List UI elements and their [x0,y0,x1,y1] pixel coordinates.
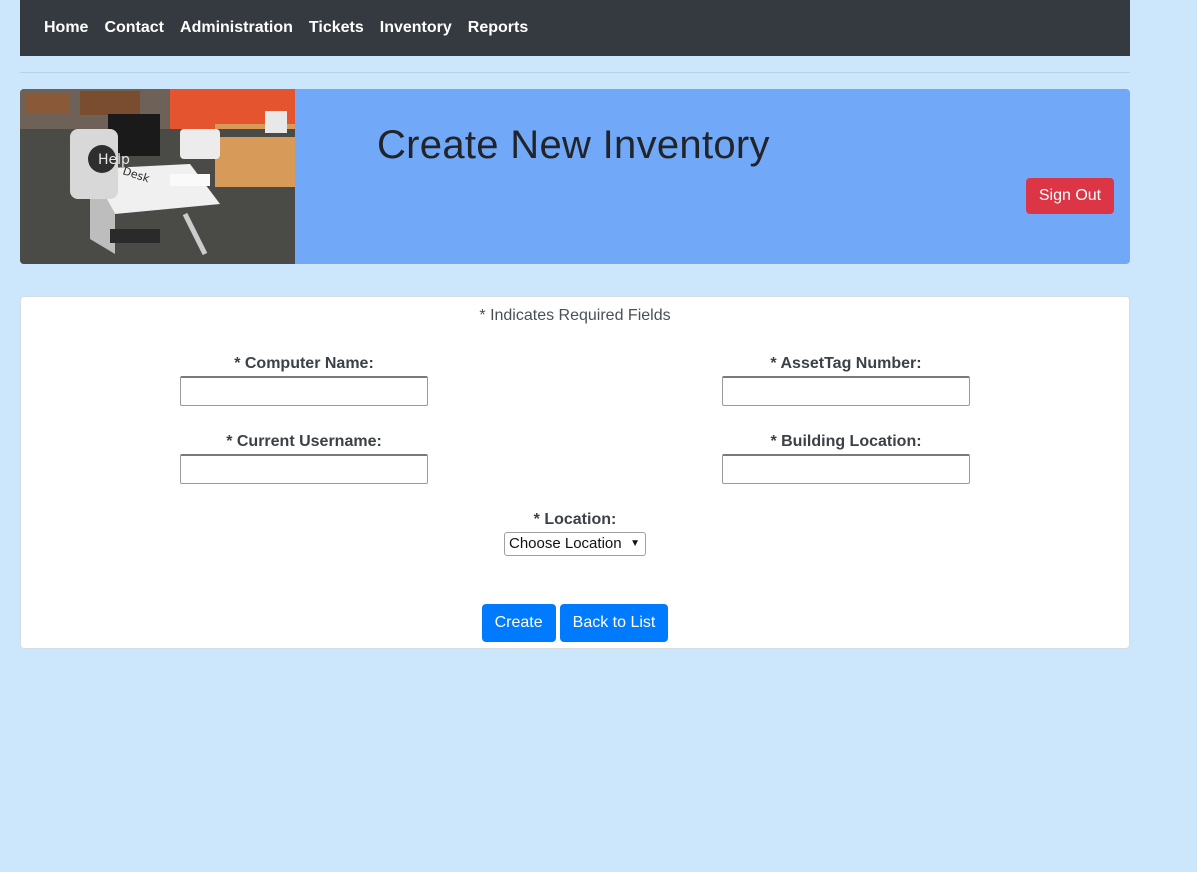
nav-contact-link[interactable]: Contact [96,19,172,37]
dropdown-arrow-icon: ▼ [630,538,640,549]
current-username-input[interactable] [180,454,428,484]
location-group: * Location: Choose Location ▼ [21,511,1129,556]
location-label: * Location: [533,511,617,528]
nav-inventory-link[interactable]: Inventory [372,19,460,37]
computer-name-group: * Computer Name: [180,355,428,406]
computer-name-label: * Computer Name: [234,355,374,372]
page-header-banner: Help Desk Create New Inventory Sign Out [20,89,1130,264]
top-navbar: Home Contact Administration Tickets Inve… [20,0,1130,56]
building-location-group: * Building Location: [722,433,970,484]
nav-home-link[interactable]: Home [36,19,96,37]
form-actions: Create Back to List [21,604,1129,642]
assettag-number-label: * AssetTag Number: [770,355,922,372]
nav-reports-link[interactable]: Reports [460,19,536,37]
page-title: Create New Inventory [377,123,770,167]
sign-out-button[interactable]: Sign Out [1026,178,1114,214]
computer-name-input[interactable] [180,376,428,406]
current-username-group: * Current Username: [180,433,428,484]
back-to-list-button[interactable]: Back to List [559,604,669,642]
location-select[interactable]: Choose Location ▼ [504,532,646,556]
inventory-form-card: * Indicates Required Fields * Computer N… [20,296,1130,649]
current-username-label: * Current Username: [226,433,382,450]
building-location-label: * Building Location: [770,433,922,450]
building-location-input[interactable] [722,454,970,484]
create-button[interactable]: Create [481,604,556,642]
nav-administration-link[interactable]: Administration [172,19,301,37]
help-desk-photo: Help Desk [20,89,295,264]
assettag-group: * AssetTag Number: [722,355,970,406]
assettag-number-input[interactable] [722,376,970,406]
required-fields-note: * Indicates Required Fields [479,307,671,324]
nav-tickets-link[interactable]: Tickets [301,19,372,37]
location-select-value: Choose Location [509,535,622,552]
header-divider [20,72,1130,73]
